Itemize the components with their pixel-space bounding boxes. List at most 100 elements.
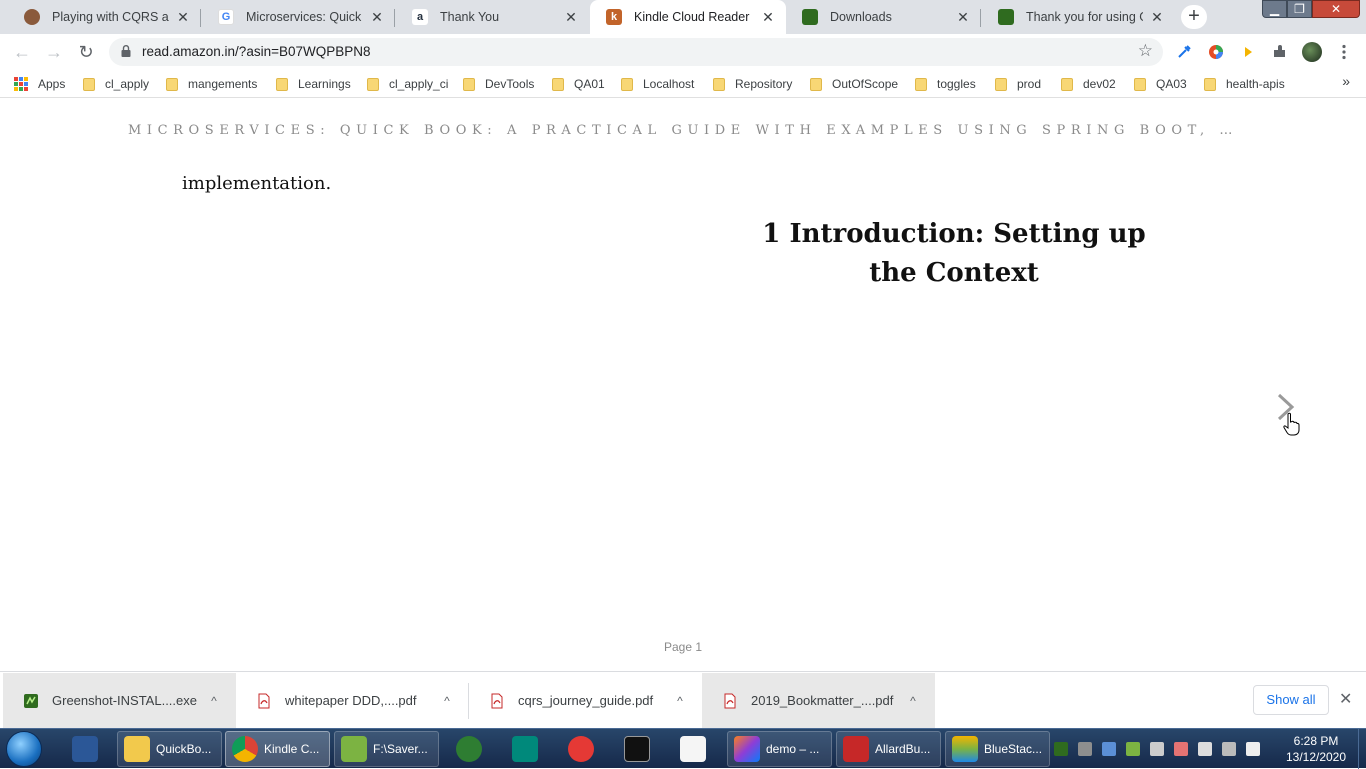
taskbar-explorer[interactable]: QuickBo... — [117, 731, 222, 767]
bookmark-folder[interactable]: OutOfScope — [810, 75, 898, 93]
chevron-up-icon[interactable]: ^ — [670, 694, 690, 708]
bookmark-folder[interactable]: Repository — [713, 75, 792, 93]
url-text[interactable]: read.amazon.in/?asin=B07WQPBPN8 — [142, 44, 371, 59]
chevron-up-icon[interactable]: ^ — [204, 694, 224, 708]
bookmark-folder[interactable]: cl_apply — [83, 75, 149, 93]
bookmark-folder[interactable]: prod — [995, 75, 1041, 93]
chrome-icon — [232, 736, 258, 762]
forward-arrow-icon[interactable]: → — [42, 40, 66, 64]
taskbar-chrome[interactable]: Kindle C... — [225, 731, 330, 767]
reload-icon[interactable]: ↻ — [74, 40, 98, 64]
folder-icon — [552, 77, 564, 91]
pdf-file-icon — [491, 693, 503, 708]
taskbar-clock-app[interactable] — [449, 731, 489, 767]
taskbar-document[interactable] — [673, 731, 713, 767]
menu-kebab-icon[interactable] — [1334, 42, 1354, 62]
bookmark-folder[interactable]: DevTools — [463, 75, 534, 93]
tab-close-icon[interactable]: ✕ — [955, 9, 971, 25]
taskbar-clock[interactable]: 6:28 PM 13/12/2020 — [1279, 733, 1353, 765]
display-tray-icon[interactable] — [1222, 742, 1236, 756]
taskbar-intellij[interactable]: demo – ... — [727, 731, 832, 767]
minimize-icon[interactable]: ▁ — [1262, 0, 1287, 18]
show-desktop-button[interactable] — [1358, 729, 1366, 769]
bookmark-folder[interactable]: Learnings — [276, 75, 351, 93]
bookmarks-overflow-icon[interactable]: » — [1342, 73, 1350, 89]
bookmark-folder[interactable]: health-apis — [1204, 75, 1285, 93]
profile-avatar-icon — [24, 9, 40, 25]
taskbar-editor[interactable] — [505, 731, 545, 767]
color-wheel-extension-icon[interactable] — [1206, 42, 1226, 62]
bluestacks-tray-icon[interactable] — [1126, 742, 1140, 756]
bookmark-folder[interactable]: dev02 — [1061, 75, 1116, 93]
pdf-reader-icon — [843, 736, 869, 762]
bookmark-folder[interactable]: cl_apply_ci — [367, 75, 448, 93]
tab-0[interactable]: Playing with CQRS and E ✕ — [8, 0, 201, 34]
bookmark-folder[interactable]: toggles — [915, 75, 976, 93]
download-item[interactable]: Greenshot-INSTAL....exe ^ — [3, 673, 236, 728]
bookmark-star-icon[interactable]: ☆ — [1138, 41, 1153, 61]
tab-close-icon[interactable]: ✕ — [175, 9, 191, 25]
editor-e-icon — [512, 736, 538, 762]
taskbar-bluestacks[interactable]: BlueStac... — [945, 731, 1050, 767]
shield-tray-icon[interactable] — [1102, 742, 1116, 756]
tab-2[interactable]: a Thank You ✕ — [396, 0, 589, 34]
tab-5[interactable]: Thank you for using Gre ✕ — [982, 0, 1175, 34]
bookmark-folder[interactable]: QA03 — [1134, 75, 1187, 93]
address-bar[interactable]: read.amazon.in/?asin=B07WQPBPN8 ☆ — [109, 38, 1163, 66]
taskbar-word[interactable] — [65, 731, 105, 767]
download-item[interactable]: whitepaper DDD,....pdf ^ — [236, 673, 469, 728]
kindle-icon: k — [606, 9, 622, 25]
eyedropper-extension-icon[interactable] — [1174, 42, 1194, 62]
bookmark-folder[interactable]: QA01 — [552, 75, 605, 93]
volume-muted-icon[interactable] — [1174, 742, 1188, 756]
taskbar-cmd[interactable] — [617, 731, 657, 767]
profile-avatar-icon[interactable] — [1302, 42, 1322, 62]
tab-close-icon[interactable]: ✕ — [760, 9, 776, 25]
tab-close-icon[interactable]: ✕ — [563, 9, 579, 25]
tab-3-active[interactable]: k Kindle Cloud Reader ✕ — [590, 0, 786, 34]
tab-4[interactable]: Downloads ✕ — [786, 0, 981, 34]
close-downloads-icon[interactable]: ✕ — [1339, 689, 1352, 709]
greenshot-tray-icon[interactable] — [1054, 742, 1068, 756]
pen-tray-icon[interactable] — [1078, 742, 1092, 756]
download-item[interactable]: 2019_Bookmatter_....pdf ^ — [702, 673, 935, 728]
arrow-extension-icon[interactable] — [1238, 42, 1258, 62]
bookmark-label: mangements — [188, 77, 258, 91]
bookmark-folder[interactable]: Localhost — [621, 75, 694, 93]
chevron-up-icon[interactable]: ^ — [903, 694, 923, 708]
window-close-icon[interactable]: ✕ — [1312, 0, 1360, 18]
maximize-icon[interactable]: ❐ — [1287, 0, 1312, 18]
browser-toolbar: ← → ↻ read.amazon.in/?asin=B07WQPBPN8 ☆ — [0, 34, 1366, 70]
tab-close-icon[interactable]: ✕ — [1149, 9, 1165, 25]
bookmark-label: QA01 — [574, 77, 605, 91]
taskbar-snipping[interactable] — [561, 731, 601, 767]
bookmark-label: OutOfScope — [832, 77, 899, 91]
bookmark-label: toggles — [937, 77, 976, 91]
taskbar-notepad-plus[interactable]: F:\Saver... — [334, 731, 439, 767]
taskbar-label: Kindle C... — [264, 742, 320, 756]
tab-1[interactable]: G Microservices: Quick Boo ✕ — [202, 0, 395, 34]
folder-icon — [713, 77, 725, 91]
taskbar-pdf-reader[interactable]: AllardBu... — [836, 731, 941, 767]
bookmark-label: health-apis — [1226, 77, 1285, 91]
show-all-downloads-button[interactable]: Show all — [1253, 685, 1329, 715]
bookmark-folder[interactable]: mangements — [166, 75, 257, 93]
chapter-heading: 1 Introduction: Setting up the Context — [762, 215, 1146, 293]
hand-cursor-icon — [1283, 412, 1300, 436]
speaker-icon[interactable] — [1246, 742, 1260, 756]
download-item[interactable]: cqrs_journey_guide.pdf ^ — [469, 673, 702, 728]
bookmark-apps[interactable]: Apps — [14, 75, 65, 93]
puzzle-extensions-icon[interactable] — [1270, 42, 1290, 62]
tab-title: Playing with CQRS and E — [52, 10, 169, 24]
download-filename: Greenshot-INSTAL....exe — [52, 693, 197, 708]
bookmark-label: dev02 — [1083, 77, 1116, 91]
back-arrow-icon[interactable]: ← — [10, 40, 34, 64]
download-filename: 2019_Bookmatter_....pdf — [751, 693, 894, 708]
network-tray-icon[interactable] — [1150, 742, 1164, 756]
chevron-up-icon[interactable]: ^ — [437, 694, 457, 708]
windows-start-button[interactable] — [6, 731, 42, 767]
bluestacks-icon — [952, 736, 978, 762]
tab-close-icon[interactable]: ✕ — [369, 9, 385, 25]
action-center-flag-icon[interactable] — [1198, 742, 1212, 756]
new-tab-button[interactable]: + — [1181, 5, 1207, 29]
